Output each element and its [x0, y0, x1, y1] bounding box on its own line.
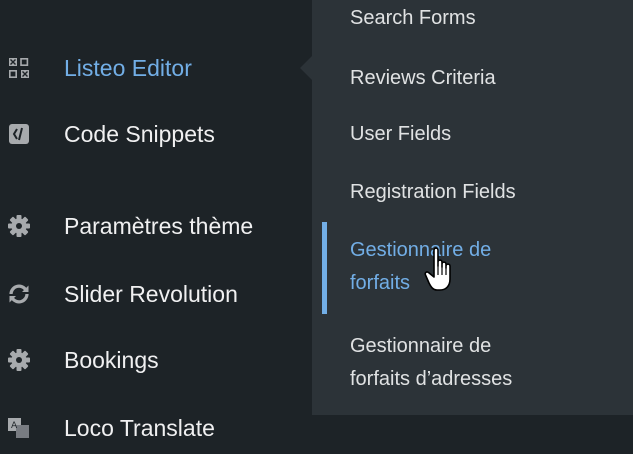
listeo-editor-submenu: Search Forms Reviews Criteria User Field… — [300, 0, 633, 415]
sidebar-item-bookings[interactable]: Bookings — [0, 334, 312, 386]
submenu-item-search-forms[interactable]: Search Forms — [350, 2, 620, 35]
current-item-indicator — [322, 222, 327, 314]
sidebar-item-label: Paramètres thème — [64, 212, 254, 239]
submenu-pointer — [300, 56, 312, 80]
grid-icon — [6, 55, 32, 81]
submenu-item-label: User Fields — [350, 123, 452, 145]
submenu-item-reviews-criteria[interactable]: Reviews Criteria — [350, 62, 620, 95]
sidebar-item-listeo-editor[interactable]: Listeo Editor — [0, 42, 312, 94]
submenu-item-gestionnaire-de-forfaits-adresses[interactable]: Gestionnaire de forfaits d’adresses — [350, 330, 620, 396]
sidebar-item-parametres-theme[interactable]: Paramètres thème — [0, 200, 312, 252]
submenu-item-label-line1: Gestionnaire de — [350, 335, 492, 357]
admin-sidebar: Listeo Editor Code Snippets Paramètres t… — [0, 0, 312, 441]
submenu-item-label: Search Forms — [350, 7, 476, 29]
submenu-item-user-fields[interactable]: User Fields — [350, 118, 620, 151]
sidebar-item-label: Listeo Editor — [64, 54, 192, 81]
submenu-item-label-line2: forfaits d’adresses — [350, 368, 513, 390]
refresh-icon — [6, 281, 32, 307]
submenu-item-gestionnaire-de-forfaits[interactable]: Gestionnaire de forfaits — [350, 234, 620, 300]
translate-icon: A — [6, 415, 32, 441]
submenu-item-label-line1: Gestionnaire de — [350, 239, 492, 261]
submenu-item-label: Reviews Criteria — [350, 67, 496, 89]
submenu-item-registration-fields[interactable]: Registration Fields — [350, 176, 620, 209]
sidebar-item-label: Slider Revolution — [64, 280, 238, 307]
svg-text:A: A — [11, 421, 18, 431]
gear-icon — [6, 213, 32, 239]
sidebar-item-slider-revolution[interactable]: Slider Revolution — [0, 268, 312, 320]
sidebar-item-label: Bookings — [64, 346, 159, 373]
sidebar-item-code-snippets[interactable]: Code Snippets — [0, 108, 312, 160]
code-icon — [6, 121, 32, 147]
submenu-item-label-line2: forfaits — [350, 272, 411, 294]
gear-icon — [6, 347, 32, 373]
sidebar-item-label: Loco Translate — [64, 414, 215, 441]
sidebar-item-label: Code Snippets — [64, 120, 215, 147]
sidebar-item-loco-translate[interactable]: A Loco Translate — [0, 402, 312, 454]
hand-pointer-cursor-icon — [424, 246, 458, 294]
submenu-item-label: Registration Fields — [350, 181, 516, 203]
